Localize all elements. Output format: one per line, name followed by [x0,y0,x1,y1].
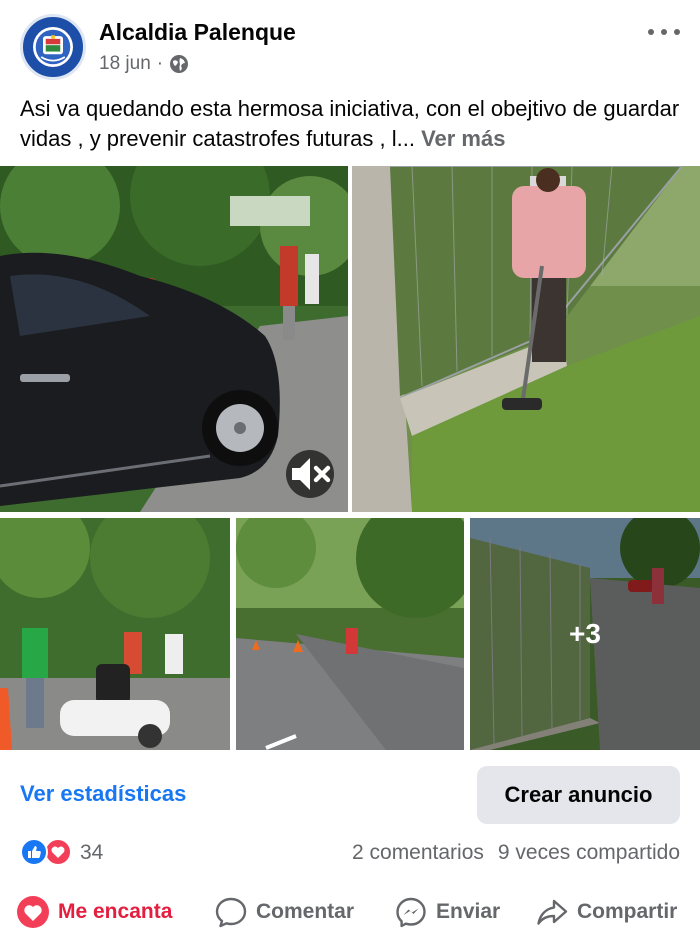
globe-icon [169,54,189,74]
shares-count[interactable]: 9 veces compartido [498,841,680,865]
comment-icon [215,897,247,928]
page-name[interactable]: Alcaldia Palenque [99,19,296,46]
like-reaction-icon [20,838,48,866]
photo-people-road[interactable] [0,518,230,750]
mute-icon [292,458,331,490]
post-meta: 18 jun · [99,53,189,75]
more-photos-count: +3 [569,618,601,649]
see-more-link[interactable]: Ver más [421,126,505,151]
more-options-icon[interactable] [648,22,680,42]
heart-icon [17,896,49,928]
page-logo-icon [24,18,82,76]
send-label: Enviar [436,900,501,923]
comment-button[interactable]: Comentar [214,890,354,934]
love-label: Me encanta [58,900,173,923]
comments-count[interactable]: 2 comentarios [352,841,484,865]
action-bar: Me encanta Comentar Enviar Compartir [0,890,700,934]
post-date[interactable]: 18 jun [99,53,151,75]
reactions-row: 34 2 comentarios 9 veces compartido [20,838,680,870]
send-button[interactable]: Enviar [394,890,500,934]
reaction-icons[interactable] [20,838,72,866]
photo-road-cones[interactable] [236,518,464,750]
photo-man-trimmer[interactable] [352,166,700,512]
post-text: Asi va quedando esta hermosa iniciativa,… [20,96,680,151]
meta-separator: · [156,53,164,74]
comment-label: Comentar [256,900,355,923]
view-stats-link[interactable]: Ver estadísticas [20,781,186,807]
create-ad-button[interactable]: Crear anuncio [477,766,680,824]
engagement-counts: 2 comentarios 9 veces compartido [352,841,680,865]
share-button[interactable]: Compartir [535,890,677,934]
post-caption: Asi va quedando esta hermosa iniciativa,… [20,94,688,154]
reaction-count[interactable]: 34 [80,841,103,865]
love-reaction-icon [44,838,72,866]
photo-grid: +3 [0,166,700,750]
more-photos-overlay[interactable]: +3 [470,518,700,750]
messenger-icon [396,897,426,928]
photo-video-car[interactable] [0,166,348,512]
share-icon [537,899,568,925]
mute-button[interactable] [286,450,334,498]
love-button[interactable]: Me encanta [16,890,172,934]
photo-fence-grass[interactable]: +3 [470,518,700,750]
share-label: Compartir [577,900,678,923]
page-avatar[interactable] [20,14,86,80]
post-header: Alcaldia Palenque 18 jun · [0,0,700,90]
